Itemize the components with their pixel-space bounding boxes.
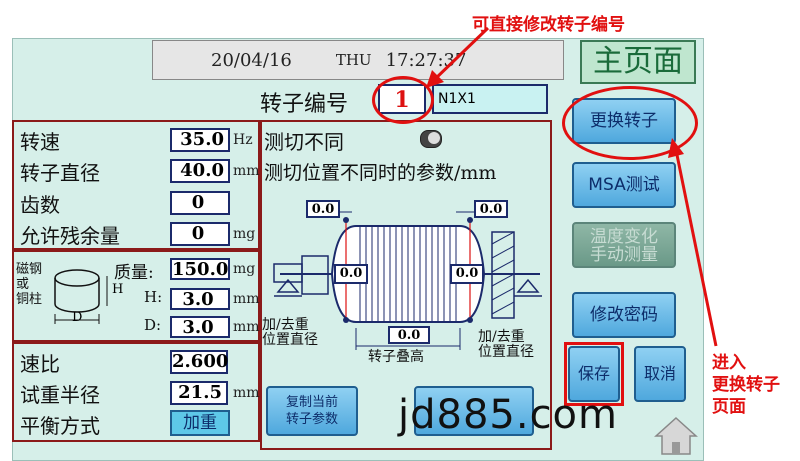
change-password-button[interactable]: 修改密码 [572,292,676,338]
temp-manual-measure-button: 温度变化 手动测量 [572,222,676,268]
d-label: D: [144,316,162,334]
page-title: 主页面 [580,40,696,84]
speed-ratio-label: 速比 [20,352,60,376]
cut-mid-right-input[interactable]: 0.0 [450,264,484,284]
left-position-caption: 加/去重 位置直径 [262,317,318,348]
annotation-arrow-right [668,138,718,347]
watermark-text: jd885.com [398,392,618,438]
diameter-label: 转子直径 [20,161,100,185]
cut-bottom-input[interactable]: 0.0 [388,326,430,344]
teeth-input[interactable]: 0 [170,191,230,215]
date-time-bar: 20/04/16 THU 17:27:37 [152,40,564,80]
cut-diff-label: 测切不同 [264,130,344,154]
copy-rotor-params-button[interactable]: 复制当前 转子参数 [266,386,358,436]
mass-input[interactable]: 150.0 [170,258,230,280]
annotation-arrow-top [426,26,490,88]
mass-unit: mg [233,261,256,277]
h-input[interactable]: 3.0 [170,288,230,310]
d-input[interactable]: 3.0 [170,316,230,338]
speed-input[interactable]: 35.0 [170,128,230,152]
trial-radius-label: 试重半径 [20,383,100,407]
cut-top-left-input[interactable]: 0.0 [306,200,340,218]
residual-label: 允许残余量 [20,224,120,248]
cut-mid-left-input[interactable]: 0.0 [334,264,368,284]
home-icon[interactable] [652,414,700,456]
d-tag: D [72,310,83,325]
teeth-label: 齿数 [20,193,60,217]
right-position-caption: 加/去重 位置直径 [478,329,534,360]
cut-diff-toggle[interactable] [420,130,442,148]
h-unit: mm [233,291,260,307]
speed-label: 转速 [20,130,60,154]
diameter-input[interactable]: 40.0 [170,159,230,183]
cut-top-right-input[interactable]: 0.0 [474,200,508,218]
rotor-number-label: 转子编号 [260,92,349,117]
diameter-unit: mm [233,163,260,179]
date-text: 20/04/16 [211,49,292,71]
mass-label: 质量: [114,263,154,283]
cancel-button[interactable]: 取消 [634,346,686,402]
trial-radius-unit: mm [233,385,260,401]
annotation-circle-rotor-number [372,76,434,124]
cut-subtitle: 测切位置不同时的参数/mm [264,162,497,184]
balance-mode-label: 平衡方式 [20,414,100,438]
speed-unit: Hz [233,132,253,148]
h-tag: H [112,282,124,297]
residual-unit: mg [233,226,256,242]
balance-mode-button[interactable]: 加重 [170,410,230,436]
weekday-text: THU [335,51,372,69]
material-label: 磁钢 或 铜柱 [16,262,43,307]
residual-input[interactable]: 0 [170,222,230,246]
d-unit: mm [233,319,260,335]
msa-test-button[interactable]: MSA测试 [572,162,676,208]
trial-radius-input[interactable]: 21.5 [170,381,228,405]
annotation-enter-replace-page: 进入 更换转子 页面 [712,353,780,417]
stack-height-caption: 转子叠高 [368,349,424,365]
cylinder-icon [54,269,108,324]
h-label: H: [144,288,163,306]
speed-ratio-input[interactable]: 2.600 [170,350,228,374]
